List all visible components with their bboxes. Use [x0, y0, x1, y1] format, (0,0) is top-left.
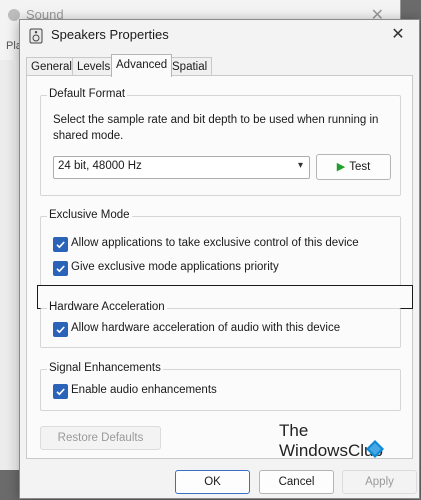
close-icon[interactable]: ✕ [387, 24, 409, 46]
exclusive-mode-heading: Exclusive Mode [47, 209, 132, 221]
apply-button[interactable]: Apply [342, 470, 417, 494]
background-panel-edge [0, 60, 14, 470]
hardware-acceleration-heading: Hardware Acceleration [47, 301, 167, 313]
play-icon: ▶ [336, 161, 346, 173]
format-select[interactable]: 24 bit, 48000 Hz ▾ [53, 156, 310, 179]
hardware-acceleration-label: Allow hardware acceleration of audio wit… [71, 322, 341, 334]
audio-enhancements-checkbox[interactable] [53, 384, 68, 399]
exclusive-priority-label: Give exclusive mode applications priorit… [71, 261, 279, 273]
restore-defaults-button[interactable]: Restore Defaults [40, 426, 161, 450]
ok-button[interactable]: OK [175, 470, 250, 494]
speakers-properties-dialog: Speakers Properties ✕ General Levels Adv… [19, 19, 420, 499]
exclusive-control-label: Allow applications to take exclusive con… [71, 237, 359, 249]
tab-spatial-sound[interactable]: Spatial sound [167, 57, 213, 91]
test-button[interactable]: ▶ Test [316, 154, 391, 180]
test-button-label: Test [349, 161, 371, 173]
speaker-icon [29, 28, 43, 44]
advanced-tab-panel: Default Format Select the sample rate an… [26, 75, 413, 459]
default-format-group: Default Format Select the sample rate an… [40, 88, 401, 196]
signal-enhancements-heading: Signal Enhancements [47, 362, 163, 374]
windows-logo-icon [366, 440, 384, 458]
format-select-value: 24 bit, 48000 Hz [58, 160, 142, 172]
chevron-down-icon: ▾ [297, 160, 303, 171]
dialog-title: Speakers Properties [51, 27, 169, 42]
default-format-heading: Default Format [47, 88, 128, 100]
cancel-button[interactable]: Cancel [259, 470, 334, 494]
exclusive-priority-checkbox[interactable] [53, 261, 68, 276]
watermark-line-1: The [279, 421, 309, 440]
signal-enhancements-group: Signal Enhancements Enable audio enhance… [40, 362, 401, 411]
checkmark-icon [56, 326, 65, 334]
tab-general[interactable]: General [26, 57, 77, 76]
tab-advanced[interactable]: Advanced [111, 54, 173, 77]
hardware-acceleration-group: Hardware Acceleration Allow hardware acc… [40, 301, 401, 348]
checkmark-icon [56, 241, 65, 249]
exclusive-control-checkbox[interactable] [53, 237, 68, 252]
thewindowsclub-watermark: The WindowsClub [277, 421, 407, 471]
dialog-title-bar: Speakers Properties ✕ [20, 20, 419, 50]
checkmark-icon [56, 265, 65, 273]
hardware-acceleration-checkbox[interactable] [53, 322, 68, 337]
tab-levels[interactable]: Levels [72, 57, 116, 76]
audio-enhancements-label: Enable audio enhancements [71, 384, 217, 396]
checkmark-icon [56, 388, 65, 396]
default-format-description: Select the sample rate and bit depth to … [53, 114, 379, 142]
exclusive-mode-group: Exclusive Mode Allow applications to tak… [40, 209, 401, 286]
